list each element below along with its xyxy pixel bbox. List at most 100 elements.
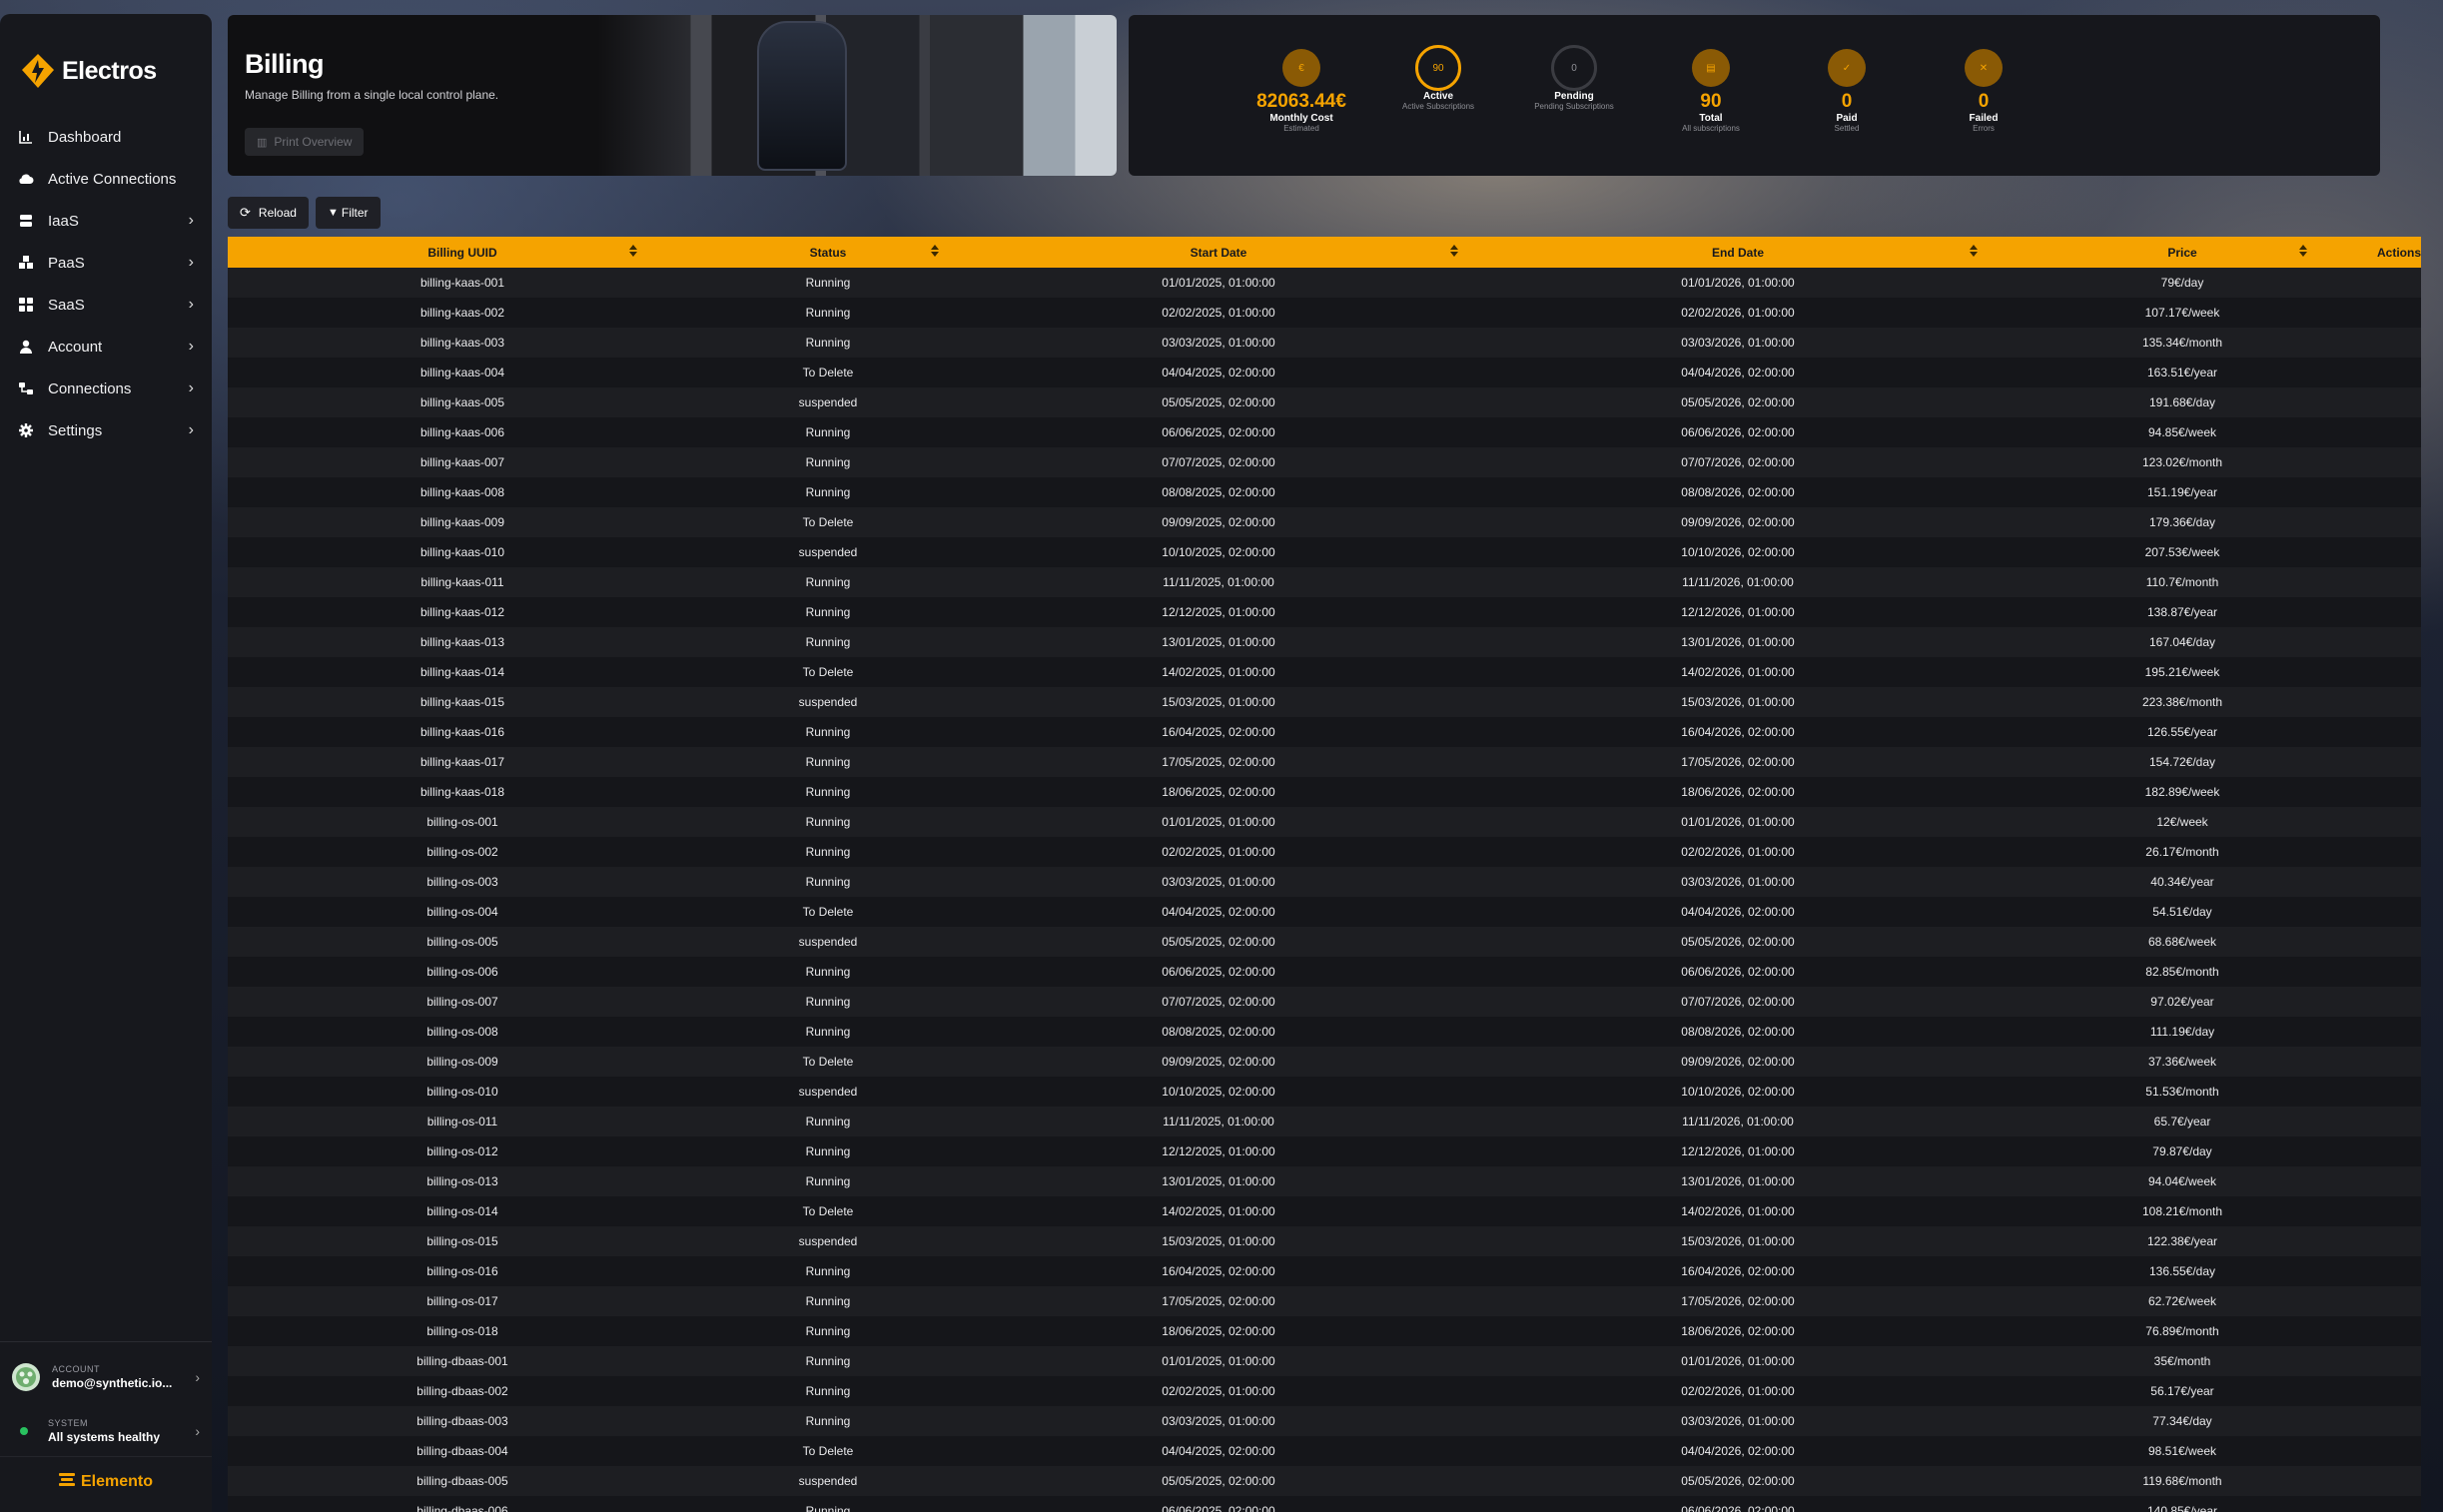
column-header-status[interactable]: Status <box>697 237 959 268</box>
column-header-actions[interactable]: Actions <box>2367 237 2421 268</box>
sort-icon[interactable] <box>629 245 637 260</box>
table-row[interactable]: billing-kaas-002 Running 02/02/2025, 01:00… <box>228 298 2421 328</box>
table-row[interactable]: billing-kaas-009 To Delete 09/09/2025, 02:… <box>228 507 2421 537</box>
cell-end-date: 14/02/2026, 01:00:00 <box>1478 657 1998 687</box>
footer-brand[interactable]: Elemento <box>0 1456 212 1506</box>
cell-billing-uuid: billing-os-007 <box>228 987 697 1017</box>
page-subtitle: Manage Billing from a single local contr… <box>245 88 499 102</box>
cell-end-date: 01/01/2026, 01:00:00 <box>1478 268 1998 298</box>
table-row[interactable]: billing-dbaas-002 Running 02/02/2025, 01:0… <box>228 1376 2421 1406</box>
cell-start-date: 18/06/2025, 02:00:00 <box>959 1316 1478 1346</box>
table-row[interactable]: billing-os-007 Running 07/07/2025, 02:00:0… <box>228 987 2421 1017</box>
sidebar-item-iaas[interactable]: IaaS › <box>0 200 212 242</box>
table-row[interactable]: billing-kaas-016 Running 16/04/2025, 02:00… <box>228 717 2421 747</box>
sidebar: Electros Dashboard Active Connections IaaS… <box>0 14 212 1512</box>
sort-icon[interactable] <box>931 245 939 260</box>
table-row[interactable]: billing-kaas-005 suspended 05/05/2025, 02:… <box>228 387 2421 417</box>
sidebar-item-settings[interactable]: Settings › <box>0 409 212 451</box>
column-header-start-date[interactable]: Start Date <box>959 237 1478 268</box>
filter-button[interactable]: ▼ Filter <box>316 197 381 229</box>
print-overview-button[interactable]: ▥ Print Overview <box>245 128 365 156</box>
table-row[interactable]: billing-kaas-015 suspended 15/03/2025, 01:… <box>228 687 2421 717</box>
cell-end-date: 09/09/2026, 02:00:00 <box>1478 1047 1998 1077</box>
table-row[interactable]: billing-os-002 Running 02/02/2025, 01:00:0… <box>228 837 2421 867</box>
cell-actions <box>2367 1436 2421 1466</box>
column-header-end-date[interactable]: End Date <box>1478 237 1998 268</box>
table-row[interactable]: billing-kaas-014 To Delete 14/02/2025, 01:… <box>228 657 2421 687</box>
table-row[interactable]: billing-kaas-011 Running 11/11/2025, 01:00… <box>228 567 2421 597</box>
account-menu[interactable]: ACCOUNT demo@synthetic.io... › <box>0 1348 212 1406</box>
table-row[interactable]: billing-kaas-017 Running 17/05/2025, 02:00… <box>228 747 2421 777</box>
table-row[interactable]: billing-os-004 To Delete 04/04/2025, 02:00… <box>228 897 2421 927</box>
cell-status: To Delete <box>697 657 959 687</box>
table-row[interactable]: billing-os-015 suspended 15/03/2025, 01:00… <box>228 1226 2421 1256</box>
table-row[interactable]: billing-os-013 Running 13/01/2025, 01:00:0… <box>228 1166 2421 1196</box>
brand[interactable]: Electros <box>0 14 212 104</box>
table-row[interactable]: billing-os-009 To Delete 09/09/2025, 02:00… <box>228 1047 2421 1077</box>
sidebar-item-active-connections[interactable]: Active Connections <box>0 158 212 200</box>
table-row[interactable]: billing-kaas-008 Running 08/08/2025, 02:00… <box>228 477 2421 507</box>
table-row[interactable]: billing-kaas-001 Running 01/01/2025, 01:00… <box>228 268 2421 298</box>
table-row[interactable]: billing-dbaas-003 Running 03/03/2025, 01:0… <box>228 1406 2421 1436</box>
sort-icon[interactable] <box>2299 245 2307 260</box>
table-row[interactable]: billing-kaas-003 Running 03/03/2025, 01:00… <box>228 328 2421 358</box>
table-row[interactable]: billing-os-006 Running 06/06/2025, 02:00:0… <box>228 957 2421 987</box>
column-header-price[interactable]: Price <box>1998 237 2367 268</box>
table-row[interactable]: billing-os-017 Running 17/05/2025, 02:00:0… <box>228 1286 2421 1316</box>
table-row[interactable]: billing-kaas-018 Running 18/06/2025, 02:00… <box>228 777 2421 807</box>
sidebar-item-label: Dashboard <box>48 128 122 146</box>
cell-actions <box>2367 597 2421 627</box>
cell-actions <box>2367 927 2421 957</box>
cell-price: 135.34€/month <box>1998 328 2367 358</box>
cell-status: Running <box>697 837 959 867</box>
table-row[interactable]: billing-os-016 Running 16/04/2025, 02:00:0… <box>228 1256 2421 1286</box>
table-row[interactable]: billing-os-010 suspended 10/10/2025, 02:00… <box>228 1077 2421 1107</box>
table-row[interactable]: billing-dbaas-004 To Delete 04/04/2025, 02… <box>228 1436 2421 1466</box>
table-row[interactable]: billing-dbaas-001 Running 01/01/2025, 01:0… <box>228 1346 2421 1376</box>
sidebar-nav: Dashboard Active Connections IaaS › PaaS › Saa… <box>0 116 212 451</box>
sidebar-item-account[interactable]: Account › <box>0 326 212 368</box>
table-row[interactable]: billing-os-001 Running 01/01/2025, 01:00:0… <box>228 807 2421 837</box>
table-row[interactable]: billing-os-008 Running 08/08/2025, 02:00:0… <box>228 1017 2421 1047</box>
cell-end-date: 06/06/2026, 02:00:00 <box>1478 957 1998 987</box>
sort-icon[interactable] <box>1970 245 1978 260</box>
table-row[interactable]: billing-dbaas-006 Running 06/06/2025, 02:0… <box>228 1496 2421 1512</box>
table-row[interactable]: billing-kaas-013 Running 13/01/2025, 01:00… <box>228 627 2421 657</box>
cell-start-date: 02/02/2025, 01:00:00 <box>959 1376 1478 1406</box>
cell-billing-uuid: billing-kaas-007 <box>228 447 697 477</box>
table-row[interactable]: billing-kaas-004 To Delete 04/04/2025, 02:… <box>228 358 2421 387</box>
cell-actions <box>2367 897 2421 927</box>
table-row[interactable]: billing-dbaas-005 suspended 05/05/2025, 02… <box>228 1466 2421 1496</box>
sidebar-item-connections[interactable]: Connections › <box>0 368 212 409</box>
cell-end-date: 16/04/2026, 02:00:00 <box>1478 717 1998 747</box>
table-row[interactable]: billing-kaas-010 suspended 10/10/2025, 02:… <box>228 537 2421 567</box>
table-row[interactable]: billing-os-014 To Delete 14/02/2025, 01:00… <box>228 1196 2421 1226</box>
sidebar-item-label: IaaS <box>48 212 79 230</box>
cell-end-date: 10/10/2026, 02:00:00 <box>1478 537 1998 567</box>
table-row[interactable]: billing-os-012 Running 12/12/2025, 01:00:0… <box>228 1136 2421 1166</box>
cell-end-date: 10/10/2026, 02:00:00 <box>1478 1077 1998 1107</box>
cell-end-date: 08/08/2026, 02:00:00 <box>1478 1017 1998 1047</box>
system-status[interactable]: SYSTEM All systems healthy › <box>0 1406 212 1456</box>
table-row[interactable]: billing-os-005 suspended 05/05/2025, 02:00… <box>228 927 2421 957</box>
table-row[interactable]: billing-os-011 Running 11/11/2025, 01:00:0… <box>228 1107 2421 1136</box>
cell-status: Running <box>697 298 959 328</box>
sidebar-item-dashboard[interactable]: Dashboard <box>0 116 212 158</box>
table-row[interactable]: billing-os-018 Running 18/06/2025, 02:00:0… <box>228 1316 2421 1346</box>
column-header-billing-uuid[interactable]: Billing UUID <box>228 237 697 268</box>
sidebar-item-saas[interactable]: SaaS › <box>0 284 212 326</box>
table-row[interactable]: billing-kaas-007 Running 07/07/2025, 02:00… <box>228 447 2421 477</box>
table-row[interactable]: billing-kaas-012 Running 12/12/2025, 01:00… <box>228 597 2421 627</box>
sidebar-item-paas[interactable]: PaaS › <box>0 242 212 284</box>
cell-billing-uuid: billing-os-015 <box>228 1226 697 1256</box>
cell-start-date: 03/03/2025, 01:00:00 <box>959 1406 1478 1436</box>
reload-button[interactable]: ⟳ Reload <box>228 197 309 229</box>
cell-billing-uuid: billing-kaas-013 <box>228 627 697 657</box>
sort-icon[interactable] <box>1450 245 1458 260</box>
cell-billing-uuid: billing-os-006 <box>228 957 697 987</box>
table-row[interactable]: billing-kaas-006 Running 06/06/2025, 02:00… <box>228 417 2421 447</box>
table-row[interactable]: billing-os-003 Running 03/03/2025, 01:00:0… <box>228 867 2421 897</box>
cell-billing-uuid: billing-os-008 <box>228 1017 697 1047</box>
seat-graphic <box>757 21 847 171</box>
cell-billing-uuid: billing-kaas-014 <box>228 657 697 687</box>
